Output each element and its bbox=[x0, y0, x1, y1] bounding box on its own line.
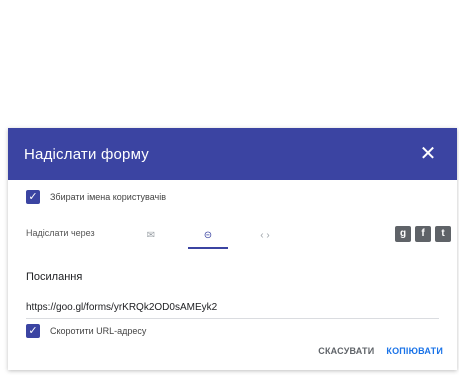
shorten-url-row: ✓ Скоротити URL-адресу bbox=[26, 324, 146, 338]
send-via-label: Надіслати через bbox=[26, 228, 95, 238]
link-icon[interactable]: ⊝ bbox=[191, 224, 225, 246]
close-icon[interactable]: ✕ bbox=[417, 143, 439, 165]
shorten-url-checkbox[interactable]: ✓ bbox=[26, 324, 40, 338]
email-icon[interactable]: ✉ bbox=[134, 224, 168, 246]
facebook-icon[interactable]: f bbox=[415, 226, 431, 242]
active-tab-indicator bbox=[188, 247, 228, 249]
copy-button[interactable]: КОПІЮВАТИ bbox=[386, 346, 443, 356]
cancel-button[interactable]: СКАСУВАТИ bbox=[318, 346, 374, 356]
twitter-icon[interactable]: t bbox=[435, 226, 451, 242]
dialog-header: Надіслати форму ✕ bbox=[8, 128, 457, 180]
shorten-url-label: Скоротити URL-адресу bbox=[50, 326, 147, 336]
google-plus-icon[interactable]: g bbox=[395, 226, 411, 242]
collect-emails-label: Збирати імена користувачів bbox=[50, 192, 167, 202]
send-form-dialog: Надіслати форму ✕ ✓ Збирати імена корист… bbox=[8, 128, 457, 370]
link-url-field[interactable] bbox=[26, 296, 439, 319]
social-share-buttons: g f t bbox=[395, 226, 451, 242]
link-heading: Посилання bbox=[26, 271, 83, 283]
collect-emails-checkbox[interactable]: ✓ bbox=[26, 190, 40, 204]
send-via-row: Надіслати через ✉ ⊝ ‹ › g f t bbox=[26, 220, 451, 249]
embed-icon[interactable]: ‹ › bbox=[248, 224, 282, 246]
dialog-title: Надіслати форму bbox=[24, 145, 149, 163]
collect-emails-row: ✓ Збирати імена користувачів bbox=[26, 190, 166, 204]
dialog-actions: СКАСУВАТИ КОПІЮВАТИ bbox=[318, 346, 443, 356]
